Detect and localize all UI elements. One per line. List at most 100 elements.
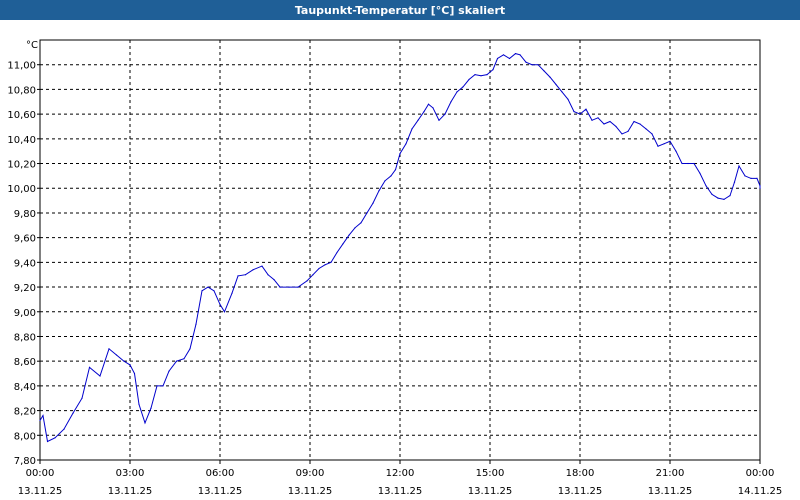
y-tick-label: 9,20 — [14, 283, 36, 294]
data-point — [318, 267, 320, 270]
data-point — [297, 286, 299, 288]
x-tick-date-label: 13.11.25 — [288, 486, 333, 497]
y-tick-label: 7,80 — [14, 456, 36, 467]
data-point — [432, 107, 434, 109]
x-tick-date-label: 13.11.25 — [468, 486, 513, 497]
data-point — [54, 437, 56, 439]
x-axis: 00:00 13.11.25 03:00 13.11.25 06:00 13.11.25 0… — [18, 460, 783, 497]
chart-area: 7,80 8,00 8,20 8,40 8,60 8,80 9,00 9,20 9,40 9,60… — [7, 39, 783, 497]
data-point — [502, 54, 505, 56]
data-point — [531, 64, 533, 66]
data-point — [46, 440, 49, 443]
data-point — [39, 419, 41, 422]
data-point — [723, 198, 725, 200]
data-point — [279, 286, 281, 288]
data-point — [378, 190, 380, 192]
data-point — [133, 372, 136, 375]
data-point — [549, 76, 551, 78]
data-point — [738, 165, 740, 167]
data-point — [417, 119, 419, 121]
x-tick-time-label: 00:00 — [746, 468, 775, 479]
data-point — [508, 57, 511, 60]
data-point — [711, 193, 713, 195]
y-tick-label: 10,60 — [7, 110, 36, 121]
data-point — [621, 133, 623, 135]
x-tick-date-label: 13.11.25 — [198, 486, 243, 497]
data-point — [366, 212, 368, 214]
data-point — [733, 181, 736, 183]
y-tick-label: 11,00 — [7, 61, 36, 72]
y-tick-label: 8,00 — [14, 431, 36, 442]
x-tick-time-label: 03:00 — [116, 468, 145, 479]
y-tick-label: 10,80 — [7, 85, 36, 96]
data-point — [585, 108, 587, 110]
data-point — [561, 91, 563, 93]
y-tick-label: 9,40 — [14, 258, 36, 269]
data-point — [492, 69, 494, 71]
data-point — [579, 113, 581, 115]
x-tick-date-label: 13.11.25 — [648, 486, 693, 497]
data-point — [150, 407, 152, 409]
data-point — [450, 101, 452, 103]
data-point — [288, 286, 290, 288]
data-point — [444, 113, 446, 115]
data-point — [480, 75, 482, 77]
x-tick-time-label: 09:00 — [296, 468, 325, 479]
y-axis: 7,80 8,00 8,20 8,40 8,60 8,80 9,00 9,20 9,40 9,60… — [7, 61, 40, 467]
data-point — [693, 162, 695, 165]
data-point — [729, 195, 731, 197]
x-tick-time-label: 21:00 — [656, 468, 685, 479]
data-point — [687, 162, 689, 165]
data-point — [699, 172, 701, 174]
data-point — [261, 265, 263, 267]
data-point — [567, 98, 569, 100]
x-tick-time-label: 06:00 — [206, 468, 235, 479]
data-point — [267, 274, 269, 276]
data-point — [342, 243, 344, 245]
y-tick-label: 10,40 — [7, 135, 36, 146]
data-point — [423, 111, 425, 113]
data-point — [207, 286, 209, 288]
data-point — [573, 111, 575, 113]
data-point — [675, 150, 677, 152]
data-point — [252, 269, 254, 271]
data-point — [81, 397, 83, 399]
x-tick-date-label: 13.11.25 — [378, 486, 423, 497]
data-point — [759, 185, 761, 187]
data-point — [348, 234, 350, 236]
data-point — [411, 128, 413, 130]
data-point — [213, 290, 215, 292]
data-point — [306, 280, 308, 282]
data-point — [750, 177, 752, 179]
x-tick-date-label: 13.11.25 — [108, 486, 153, 497]
x-tick-date-label: 14.11.25 — [738, 486, 783, 497]
data-point — [657, 145, 659, 147]
data-point — [156, 385, 158, 387]
y-tick-label: 10,20 — [7, 160, 36, 171]
y-tick-label: 8,40 — [14, 382, 36, 393]
chart-title: Taupunkt-Temperatur [°C] skaliert — [0, 0, 800, 20]
x-tick-time-label: 00:00 — [26, 468, 55, 479]
data-point — [390, 175, 392, 177]
data-point — [394, 169, 397, 171]
data-point — [273, 279, 275, 281]
data-point — [456, 91, 458, 93]
data-point — [99, 375, 101, 377]
data-point — [312, 274, 314, 276]
data-point — [705, 185, 707, 187]
data-point — [555, 83, 557, 86]
data-point — [603, 123, 605, 125]
data-point — [399, 153, 401, 155]
data-point — [514, 53, 517, 55]
data-point — [462, 86, 464, 88]
data-point — [717, 197, 719, 199]
data-point — [138, 403, 140, 405]
x-tick-time-label: 15:00 — [476, 468, 505, 479]
data-point — [633, 120, 635, 123]
y-tick-label: 8,20 — [14, 407, 36, 418]
data-point — [201, 290, 203, 292]
data-point — [681, 162, 683, 165]
data-point — [189, 348, 191, 350]
data-point — [486, 74, 488, 76]
data-point — [474, 74, 476, 76]
